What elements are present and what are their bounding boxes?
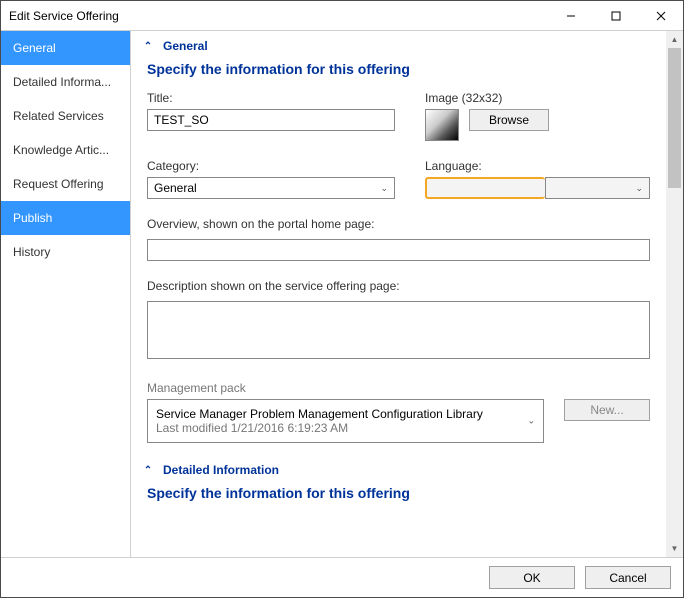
language-label: Language:: [425, 159, 650, 173]
title-label: Title:: [147, 91, 395, 105]
sidebar-item-label: Publish: [13, 211, 52, 225]
sidebar: General Detailed Informa... Related Serv…: [1, 31, 131, 557]
sidebar-item-related-services[interactable]: Related Services: [1, 99, 130, 133]
section-title: Detailed Information: [163, 463, 279, 477]
description-textarea[interactable]: [147, 301, 650, 359]
section-header-general[interactable]: ⌃ General: [141, 37, 656, 57]
sidebar-item-detailed-information[interactable]: Detailed Informa...: [1, 65, 130, 99]
section-header-detailed[interactable]: ⌃ Detailed Information: [141, 461, 656, 481]
management-pack-value: Service Manager Problem Management Confi…: [156, 407, 535, 421]
sidebar-item-general[interactable]: General: [1, 31, 130, 65]
mp-label: Management pack: [147, 381, 246, 395]
chevron-up-icon: ⌃: [141, 465, 155, 476]
image-thumbnail: [425, 109, 459, 141]
maximize-button[interactable]: [593, 1, 638, 30]
image-label: Image (32x32): [425, 91, 650, 105]
management-pack-modified: Last modified 1/21/2016 6:19:23 AM: [156, 421, 535, 435]
language-select[interactable]: [425, 177, 545, 199]
section-title: General: [163, 39, 208, 53]
section-subtitle: Specify the information for this offerin…: [141, 481, 656, 515]
overview-label: Overview, shown on the portal home page:: [147, 217, 650, 231]
section-subtitle: Specify the information for this offerin…: [141, 57, 656, 91]
vertical-scrollbar[interactable]: ▲ ▼: [666, 31, 683, 557]
scroll-track[interactable]: [666, 48, 683, 540]
new-button-label: New...: [590, 403, 623, 417]
new-button[interactable]: New...: [564, 399, 650, 421]
content-pane: ⌃ General Specify the information for th…: [131, 31, 666, 557]
management-pack-select[interactable]: Service Manager Problem Management Confi…: [147, 399, 544, 443]
sidebar-item-label: General: [13, 41, 56, 55]
overview-textarea[interactable]: [147, 239, 650, 261]
sidebar-item-label: Request Offering: [13, 177, 104, 191]
close-button[interactable]: [638, 1, 683, 30]
scroll-thumb[interactable]: [668, 48, 681, 188]
sidebar-item-publish[interactable]: Publish: [1, 201, 130, 235]
window-title: Edit Service Offering: [9, 9, 548, 23]
sidebar-item-history[interactable]: History: [1, 235, 130, 269]
language-select-extra[interactable]: ⌄: [545, 177, 650, 199]
chevron-down-icon: ⌄: [380, 183, 388, 194]
sidebar-item-label: Detailed Informa...: [13, 75, 111, 89]
category-label: Category:: [147, 159, 395, 173]
browse-button-label: Browse: [489, 113, 529, 127]
title-input[interactable]: [147, 109, 395, 131]
cancel-button[interactable]: Cancel: [585, 566, 671, 589]
sidebar-item-knowledge-articles[interactable]: Knowledge Artic...: [1, 133, 130, 167]
ok-button[interactable]: OK: [489, 566, 575, 589]
sidebar-item-label: History: [13, 245, 50, 259]
ok-button-label: OK: [523, 571, 540, 585]
description-label: Description shown on the service offerin…: [147, 279, 650, 293]
category-select[interactable]: General ⌄: [147, 177, 395, 199]
footer: OK Cancel: [1, 557, 683, 597]
minimize-button[interactable]: [548, 1, 593, 30]
chevron-up-icon: ⌃: [141, 41, 155, 52]
sidebar-item-label: Related Services: [13, 109, 104, 123]
sidebar-item-request-offering[interactable]: Request Offering: [1, 167, 130, 201]
titlebar: Edit Service Offering: [1, 1, 683, 31]
category-select-value: General: [154, 181, 197, 195]
chevron-down-icon: ⌄: [635, 183, 643, 194]
browse-button[interactable]: Browse: [469, 109, 549, 131]
sidebar-item-label: Knowledge Artic...: [13, 143, 109, 157]
scroll-up-arrow-icon[interactable]: ▲: [666, 31, 683, 48]
cancel-button-label: Cancel: [609, 571, 646, 585]
scroll-down-arrow-icon[interactable]: ▼: [666, 540, 683, 557]
chevron-down-icon: ⌄: [527, 416, 535, 427]
